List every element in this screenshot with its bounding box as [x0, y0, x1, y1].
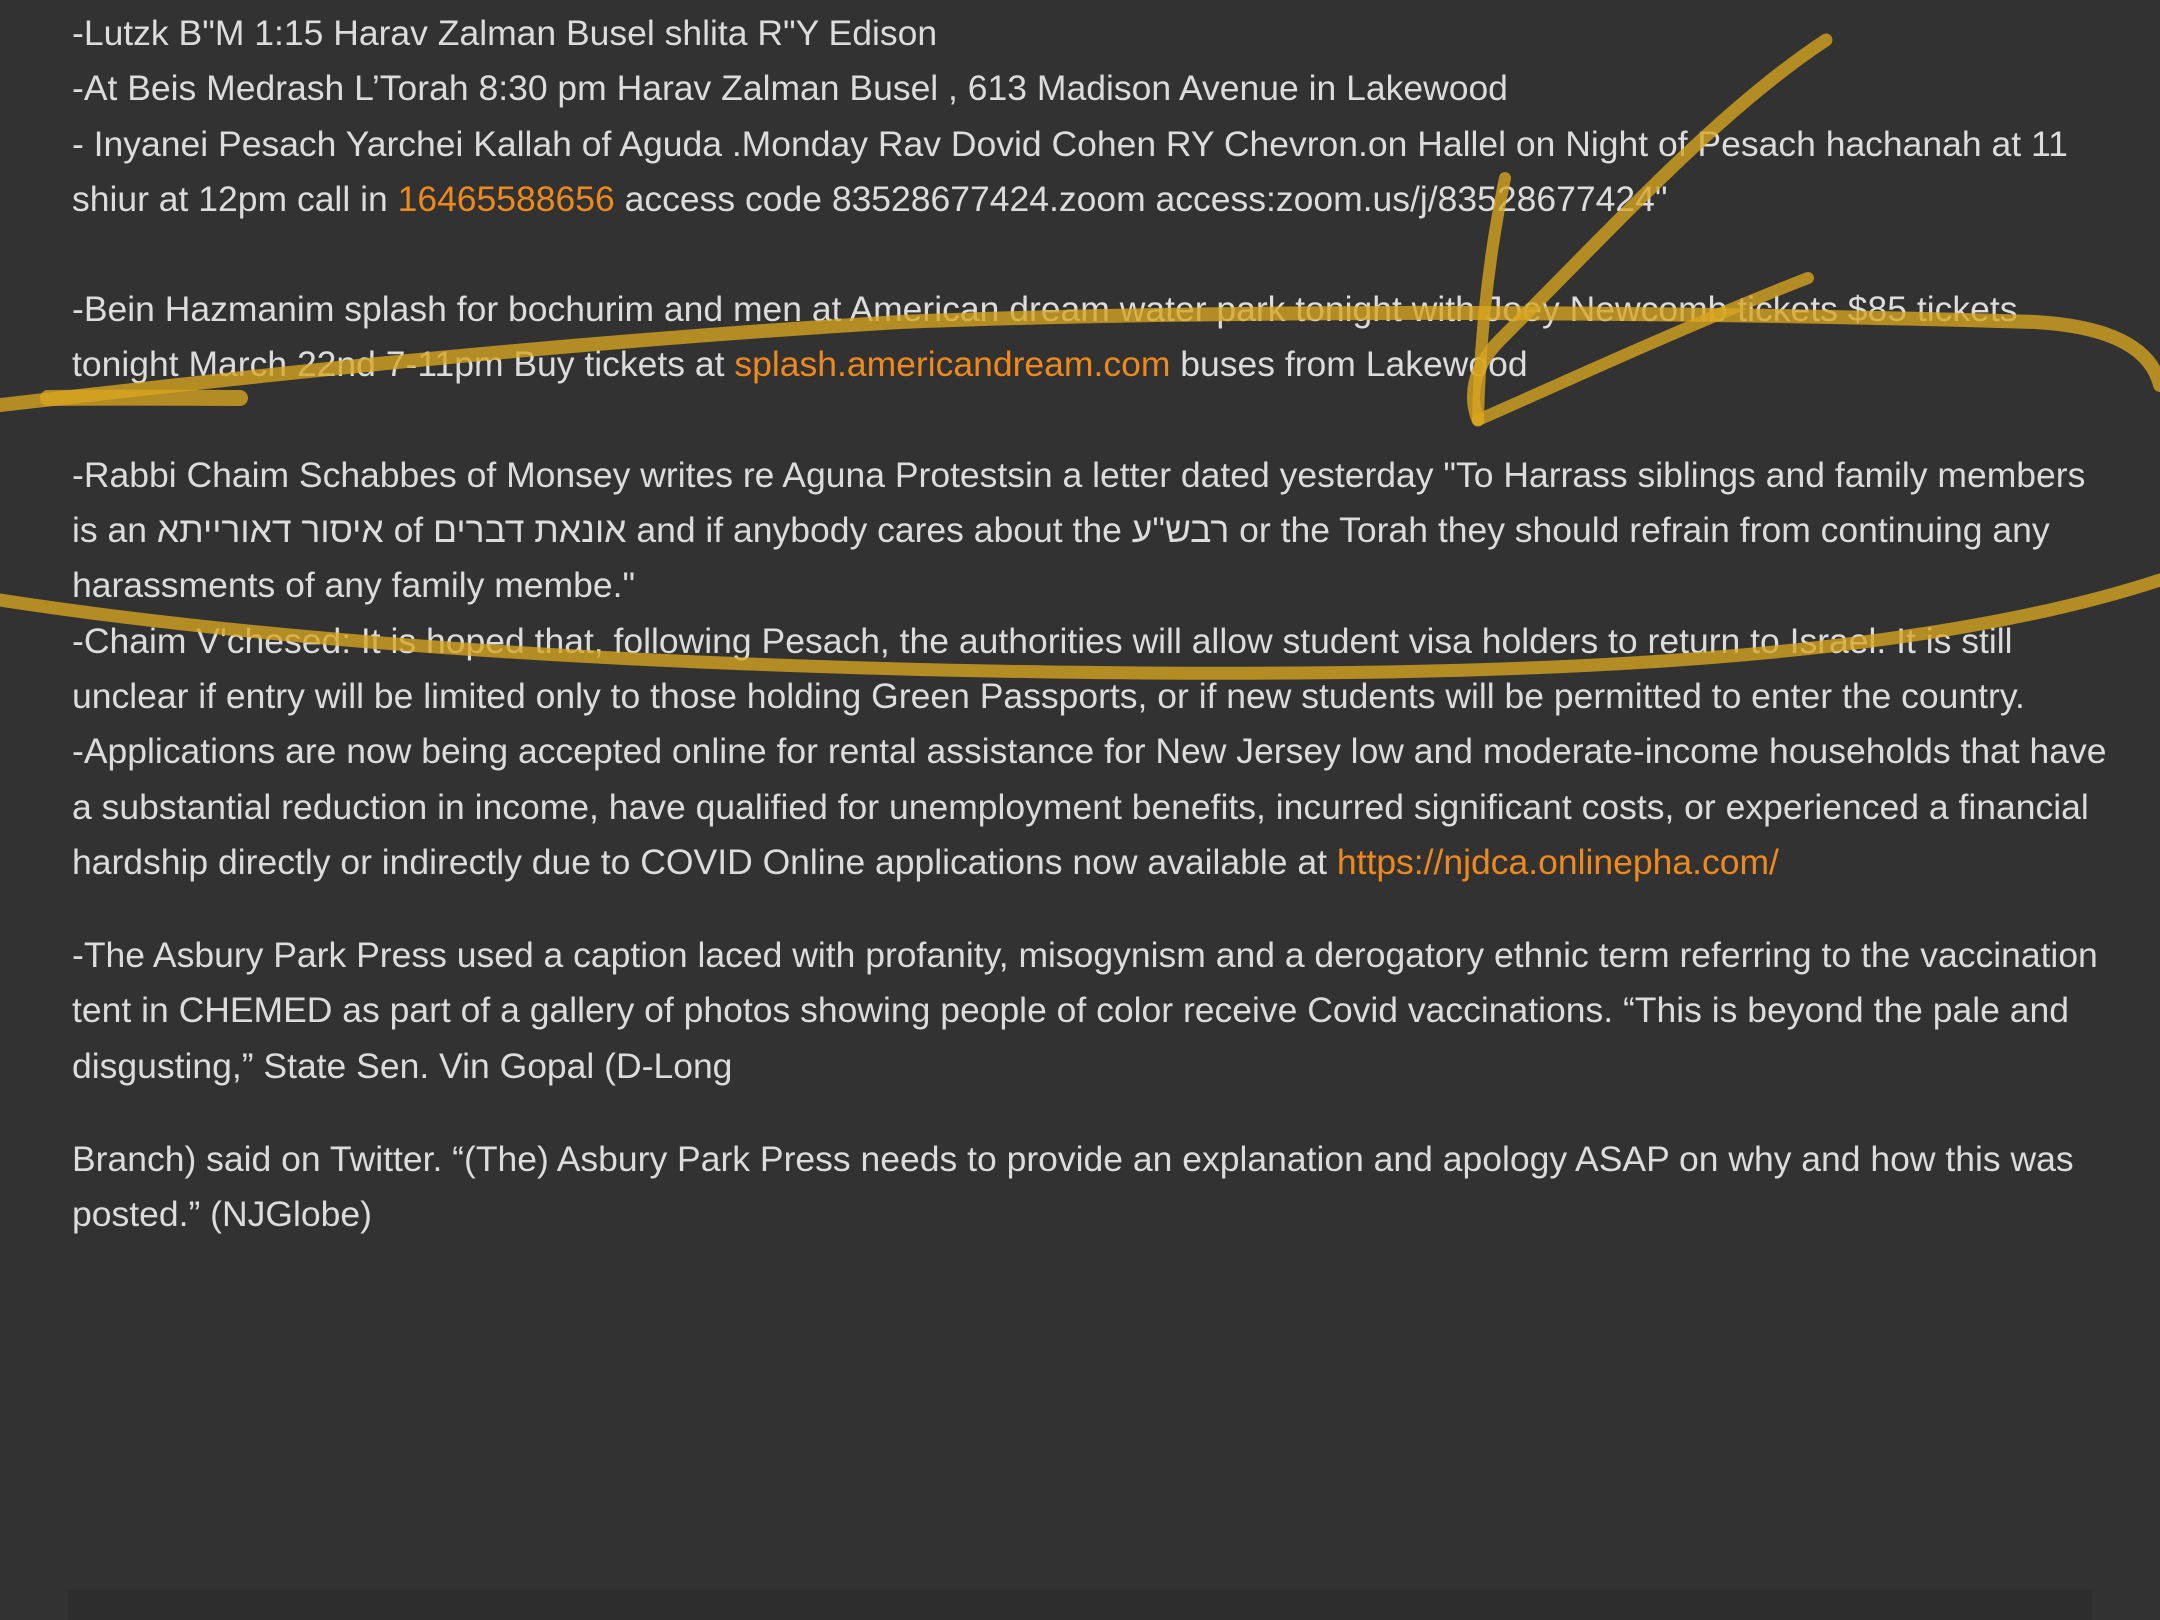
note-pesach-kallah: - Inyanei Pesach Yarchei Kallah of Aguda…	[72, 117, 2112, 228]
note-asbury-park-press: -The Asbury Park Press used a caption la…	[72, 935, 2098, 1086]
note-asbury-twitter: Branch) said on Twitter. “(The) Asbury P…	[72, 1139, 2074, 1235]
note-splash: -Bein Hazmanim splash for bochurim and m…	[72, 282, 2112, 393]
splash-buses-text: buses from Lakewood	[1170, 344, 1528, 385]
rental-text: -Applications are now being accepted onl…	[72, 731, 2107, 882]
bottom-bar	[68, 1590, 2092, 1620]
njdca-link[interactable]: https://njdca.onlinepha.com/	[1337, 842, 1779, 882]
note-rental-assistance: -Applications are now being accepted onl…	[72, 724, 2112, 890]
splash-link[interactable]: splash.americandream.com	[734, 344, 1170, 384]
note-aguna-letter: -Rabbi Chaim Schabbes of Monsey writes r…	[72, 454, 2086, 606]
notes-page: -Lutzk B"M 1:15 Harav Zalman Busel shlit…	[0, 0, 2160, 1620]
pesach-access-text: access code 83528677424.zoom access:zoom…	[614, 178, 1668, 219]
notes-body[interactable]: -Lutzk B"M 1:15 Harav Zalman Busel shlit…	[72, 6, 2112, 1243]
phone-link[interactable]: 16465588656	[398, 179, 615, 219]
note-chaim-vchesed: -Chaim V'chesed: It is hoped that, follo…	[72, 620, 2025, 716]
note-beis-medrash: -At Beis Medrash L’Torah 8:30 pm Harav Z…	[72, 68, 1508, 109]
note-lutzk: -Lutzk B"M 1:15 Harav Zalman Busel shlit…	[72, 13, 938, 53]
